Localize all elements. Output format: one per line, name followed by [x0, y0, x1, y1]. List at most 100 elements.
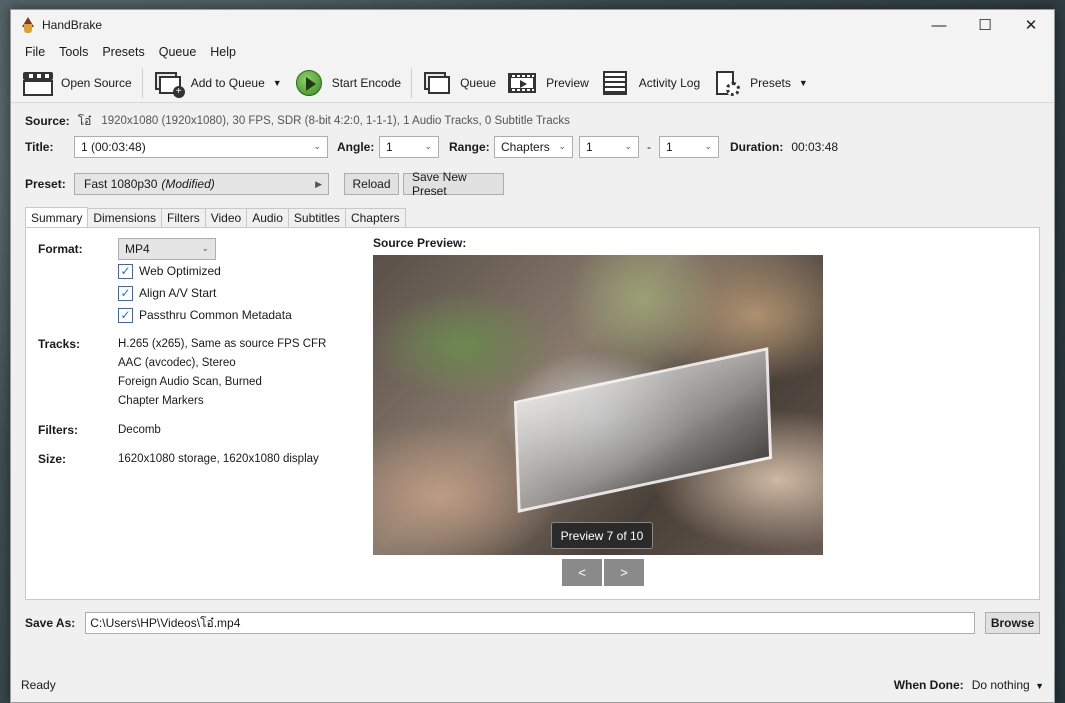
checkbox-checked-icon[interactable]: ✓ [118, 285, 133, 301]
source-info: 1920x1080 (1920x1080), 30 FPS, SDR (8-bi… [101, 115, 570, 127]
menu-file[interactable]: File [18, 45, 52, 59]
filters-label: Filters: [38, 423, 79, 437]
tab-dimensions[interactable]: Dimensions [87, 208, 163, 227]
summary-panel: Format: MP4 ⌄ ✓ Web Optimized ✓ Align A/… [25, 227, 1040, 600]
preview-nav: < > [562, 559, 646, 586]
duration-label: Duration: [730, 140, 784, 154]
chevron-down-icon: ⌄ [201, 243, 209, 253]
activity-log-label: Activity Log [638, 75, 701, 90]
reload-button[interactable]: Reload [344, 173, 399, 195]
angle-select[interactable]: 1 ⌄ [379, 136, 439, 158]
tab-subtitles[interactable]: Subtitles [287, 208, 346, 227]
menu-presets[interactable]: Presets [95, 45, 151, 59]
tab-summary[interactable]: Summary [25, 207, 89, 227]
chevron-down-icon[interactable]: ▼ [799, 78, 808, 88]
preset-modified: (Modified) [161, 177, 215, 191]
add-photos-icon: + [153, 70, 185, 98]
format-select[interactable]: MP4 ⌄ [118, 238, 216, 260]
tab-filters[interactable]: Filters [161, 208, 206, 227]
menu-queue[interactable]: Queue [152, 45, 204, 59]
open-source-button[interactable]: Open Source [17, 67, 138, 99]
align-av-start-row[interactable]: ✓ Align A/V Start [118, 282, 358, 304]
film-icon [508, 70, 538, 96]
preview-button[interactable]: Preview [502, 67, 595, 99]
browse-button[interactable]: Browse [985, 612, 1040, 634]
tab-chapters[interactable]: Chapters [344, 208, 406, 227]
menu-bar: File Tools Presets Queue Help [11, 40, 1054, 63]
close-button[interactable]: ✕ [1008, 10, 1054, 40]
range-start-value: 1 [586, 140, 593, 154]
track-subtitle: Foreign Audio Scan, Burned [118, 376, 262, 388]
presets-button[interactable]: Presets ▼ [706, 67, 814, 99]
chevron-down-icon[interactable]: ▼ [273, 78, 282, 88]
presets-gear-icon [712, 70, 742, 96]
title-select[interactable]: 1 (00:03:48) ⌄ [74, 136, 328, 158]
save-as-label: Save As: [25, 616, 76, 630]
chevron-down-icon: ⌄ [624, 141, 632, 151]
web-optimized-label: Web Optimized [139, 264, 221, 278]
maximize-button[interactable]: ☐ [962, 10, 1008, 40]
save-new-preset-button[interactable]: Save New Preset [403, 170, 504, 198]
chevron-down-icon: ⌄ [558, 141, 566, 151]
when-done-value: Do nothing [971, 678, 1030, 692]
save-path-input[interactable]: C:\Users\HP\Videos\โอ๋.mp4 [85, 612, 975, 634]
duration-value: 00:03:48 [791, 140, 839, 154]
queue-label: Queue [460, 75, 497, 90]
chevron-down-icon: ▼ [1035, 681, 1044, 691]
filters-row: Filters: Decomb [38, 421, 358, 440]
save-as-row: Save As: C:\Users\HP\Videos\โอ๋.mp4 Brow… [25, 612, 1040, 634]
angle-label: Angle: [337, 140, 375, 154]
add-to-queue-button[interactable]: + Add to Queue ▼ [147, 67, 288, 99]
tracks-row: Tracks: H.265 (x265), Same as source FPS… [38, 335, 358, 411]
when-done-select[interactable]: Do nothing ▼ [972, 678, 1044, 692]
start-encode-button[interactable]: Start Encode [288, 67, 407, 99]
passthru-metadata-row[interactable]: ✓ Passthru Common Metadata [118, 304, 358, 326]
size-label: Size: [38, 452, 67, 466]
track-chapters: Chapter Markers [118, 395, 204, 407]
chevron-right-icon: ▶ [315, 179, 322, 189]
tracks-list: H.265 (x265), Same as source FPS CFR AAC… [118, 335, 326, 411]
range-start-select[interactable]: 1 ⌄ [579, 136, 639, 158]
queue-button[interactable]: Queue [416, 67, 502, 99]
next-preview-button[interactable]: > [604, 559, 644, 586]
angle-select-value: 1 [386, 140, 393, 154]
main-content: Source: โอ๋ 1920x1080 (1920x1080), 30 FP… [11, 107, 1054, 634]
source-preview-label: Source Preview: [373, 236, 467, 250]
clapperboard-icon [23, 70, 53, 96]
format-label: Format: [38, 242, 83, 256]
format-value: MP4 [125, 242, 150, 256]
chevron-down-icon: ⌄ [704, 141, 712, 151]
size-row: Size: 1620x1080 storage, 1620x1080 displ… [38, 450, 358, 469]
web-optimized-row[interactable]: ✓ Web Optimized [118, 260, 358, 282]
previous-preview-button[interactable]: < [562, 559, 602, 586]
range-dash: - [647, 140, 651, 154]
preset-name: Fast 1080p30 [84, 177, 158, 191]
when-done-label: When Done: [893, 678, 964, 692]
chevron-down-icon: ⌄ [424, 141, 432, 151]
log-icon [601, 70, 631, 96]
handbrake-logo-icon [20, 17, 36, 33]
activity-log-button[interactable]: Activity Log [595, 67, 706, 99]
checkbox-checked-icon[interactable]: ✓ [118, 307, 133, 323]
tab-audio[interactable]: Audio [246, 208, 289, 227]
menu-tools[interactable]: Tools [52, 45, 95, 59]
preview-label: Preview [546, 75, 589, 90]
status-text: Ready [21, 678, 56, 692]
title-bar: HandBrake — ☐ ✕ [11, 10, 1054, 40]
preview-counter-badge: Preview 7 of 10 [551, 522, 653, 549]
checkbox-checked-icon[interactable]: ✓ [118, 263, 133, 279]
minimize-button[interactable]: — [916, 10, 962, 40]
source-preview-image: Preview 7 of 10 [373, 255, 823, 555]
presets-label: Presets [750, 75, 791, 90]
menu-help[interactable]: Help [203, 45, 243, 59]
tracks-label: Tracks: [38, 337, 81, 351]
handbrake-window: HandBrake — ☐ ✕ File Tools Presets Queue… [10, 9, 1055, 703]
when-done-group: When Done: Do nothing ▼ [894, 678, 1044, 692]
preset-select[interactable]: Fast 1080p30 (Modified) ▶ [74, 173, 329, 195]
toolbar: Open Source + Add to Queue ▼ Start Encod… [11, 63, 1054, 103]
tab-video[interactable]: Video [204, 208, 248, 227]
range-end-select[interactable]: 1 ⌄ [659, 136, 719, 158]
range-select[interactable]: Chapters ⌄ [494, 136, 573, 158]
title-row: Title: 1 (00:03:48) ⌄ Angle: 1 ⌄ Range: … [25, 135, 1040, 159]
source-name: โอ๋ [77, 113, 92, 128]
